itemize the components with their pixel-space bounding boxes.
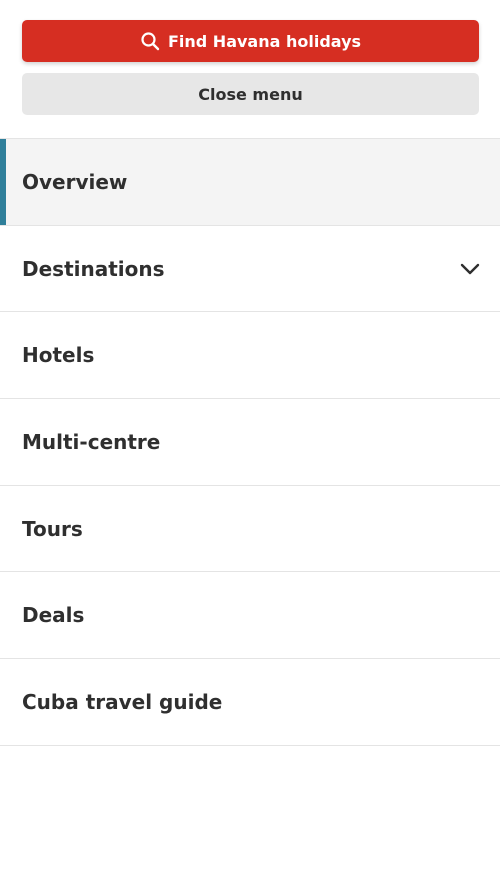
- find-havana-holidays-button[interactable]: Find Havana holidays: [22, 20, 479, 62]
- menu-item-deals[interactable]: Deals: [0, 572, 500, 660]
- navigation-menu: Overview Destinations Hotels Multi-centr…: [0, 138, 500, 746]
- menu-item-label: Cuba travel guide: [22, 689, 223, 714]
- menu-item-label: Destinations: [22, 256, 165, 281]
- menu-item-destinations[interactable]: Destinations: [0, 226, 500, 313]
- menu-item-label: Hotels: [22, 343, 95, 368]
- menu-item-tours[interactable]: Tours: [0, 486, 500, 573]
- menu-item-multi-centre[interactable]: Multi-centre: [0, 399, 500, 486]
- menu-item-cuba-travel-guide[interactable]: Cuba travel guide: [0, 659, 500, 746]
- close-button-label: Close menu: [198, 84, 303, 104]
- menu-item-label: Multi-centre: [22, 429, 161, 454]
- find-button-label: Find Havana holidays: [167, 31, 362, 51]
- menu-item-label: Deals: [22, 603, 85, 628]
- menu-item-overview[interactable]: Overview: [0, 139, 500, 226]
- close-menu-button[interactable]: Close menu: [22, 73, 479, 115]
- menu-item-hotels[interactable]: Hotels: [0, 312, 500, 400]
- menu-item-label: Tours: [22, 516, 83, 541]
- chevron-down-icon[interactable]: [458, 257, 482, 281]
- search-icon: [140, 31, 160, 51]
- menu-item-label: Overview: [22, 169, 128, 194]
- menu-actions: Find Havana holidays Close menu: [22, 20, 479, 115]
